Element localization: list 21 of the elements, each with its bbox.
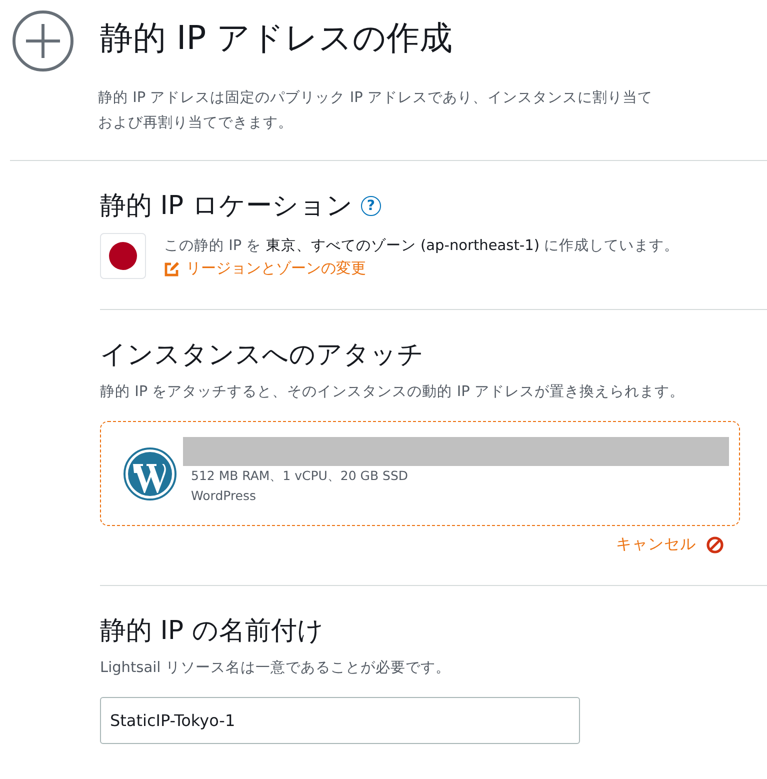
cancel-link[interactable]: キャンセル	[616, 534, 724, 555]
flag-icon	[100, 233, 146, 279]
page-title: 静的 IP アドレスの作成	[100, 17, 454, 59]
section-description: Lightsail リソース名は一意であることが必要です。	[100, 659, 452, 678]
change-region-link[interactable]: リージョンとゾーンの変更	[164, 259, 366, 278]
add-icon	[12, 10, 74, 72]
section-description: 静的 IP をアタッチすると、そのインスタンスの動的 IP アドレスが置き換えられます。	[100, 383, 686, 402]
help-icon[interactable]: ?	[360, 196, 381, 216]
instance-card[interactable]: 512 MB RAM、1 vCPU、20 GB SSD WordPress	[100, 421, 740, 526]
edit-icon	[164, 260, 180, 276]
instance-specs: 512 MB RAM、1 vCPU、20 GB SSD	[190, 467, 410, 485]
wordpress-logo-icon	[123, 446, 177, 500]
section-heading: インスタンスへのアタッチ	[100, 339, 425, 372]
section-heading: 静的 IP ロケーション	[100, 190, 353, 223]
cancel-icon	[706, 536, 724, 554]
name-input-field[interactable]: StaticIP-Tokyo-1	[100, 697, 580, 744]
section-heading: 静的 IP の名前付け	[100, 615, 325, 648]
location-text: この静的 IP を 東京、すべてのゾーン (ap-northeast-1) に作成しています。	[164, 236, 680, 256]
page-description-line: 静的 IP アドレスは固定のパブリック IP アドレスであり、インスタンスに割り当て	[98, 88, 652, 108]
page-description-line: および再割り当てできます。	[98, 114, 293, 133]
instance-blueprint: WordPress	[190, 487, 258, 505]
